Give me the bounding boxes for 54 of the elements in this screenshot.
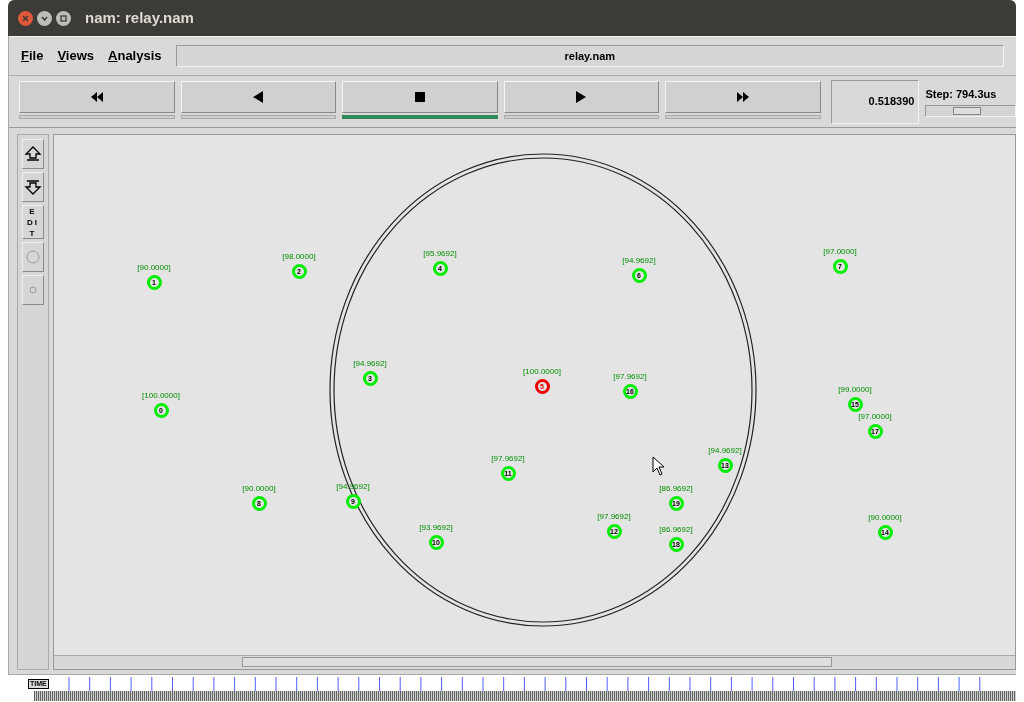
- back-icon: [252, 90, 265, 103]
- horizontal-scrollbar[interactable]: [54, 655, 1015, 669]
- energy-label: [86.9692]: [659, 525, 693, 534]
- energy-label: [94.9692]: [622, 256, 656, 265]
- energy-label: [100.0000]: [142, 391, 180, 400]
- scrollbar-thumb[interactable]: [242, 657, 832, 667]
- edit-button[interactable]: EDIT: [22, 205, 44, 239]
- play-icon: [575, 90, 588, 103]
- energy-label: [94.9692]: [708, 446, 742, 455]
- energy-label: [98.0000]: [282, 252, 316, 261]
- window-title: nam: relay.nam: [85, 7, 194, 28]
- energy-label: [97.9692]: [597, 512, 631, 521]
- node-size-button[interactable]: [22, 275, 44, 305]
- energy-label: [97.9692]: [613, 372, 647, 381]
- energy-label: [94.9692]: [353, 359, 387, 368]
- up-arrow-icon: [24, 145, 42, 163]
- energy-label: [99.0000]: [838, 385, 872, 394]
- close-icon: [22, 14, 29, 22]
- energy-label: [90.0000]: [137, 263, 171, 272]
- rewind-icon: [90, 90, 103, 103]
- forward-button[interactable]: [665, 80, 821, 113]
- energy-label: [90.0000]: [242, 484, 276, 493]
- move-down-button[interactable]: [22, 172, 44, 202]
- file-name: relay.nam: [564, 48, 616, 64]
- node-size-button[interactable]: [22, 242, 44, 272]
- energy-label: [90.0000]: [868, 513, 902, 522]
- energy-label: [100.0000]: [523, 367, 561, 376]
- energy-label: [97.0000]: [858, 412, 892, 421]
- fast-forward-icon: [736, 90, 749, 103]
- back-button[interactable]: [180, 80, 337, 113]
- chevron-icon: [41, 14, 48, 22]
- move-up-button[interactable]: [22, 139, 44, 169]
- stop-button[interactable]: [342, 80, 498, 113]
- time-value: 0.518390: [868, 94, 915, 110]
- play-button[interactable]: [503, 80, 660, 113]
- stop-icon: [413, 90, 426, 103]
- energy-label: [93.9692]: [419, 523, 453, 532]
- minimize-button[interactable]: [37, 10, 52, 26]
- energy-label: [97.9692]: [491, 454, 525, 463]
- rewind-button[interactable]: [19, 80, 175, 113]
- menu-item[interactable]: Views: [57, 46, 95, 66]
- menu-item[interactable]: File: [21, 46, 44, 66]
- menu-item[interactable]: Analysis: [108, 46, 162, 66]
- energy-label: [97.0000]: [823, 247, 857, 256]
- step-slider-thumb[interactable]: [953, 107, 982, 116]
- maximize-button[interactable]: [56, 10, 71, 26]
- step-label: Step: 794.3us: [925, 86, 998, 102]
- mouse-cursor-icon: [652, 456, 666, 476]
- energy-label: [86.9692]: [659, 484, 693, 493]
- down-arrow-icon: [24, 178, 42, 196]
- energy-label: [95.9692]: [423, 249, 457, 258]
- circle-icon: [29, 286, 37, 294]
- circle-icon: [26, 250, 40, 264]
- close-button[interactable]: [18, 10, 33, 26]
